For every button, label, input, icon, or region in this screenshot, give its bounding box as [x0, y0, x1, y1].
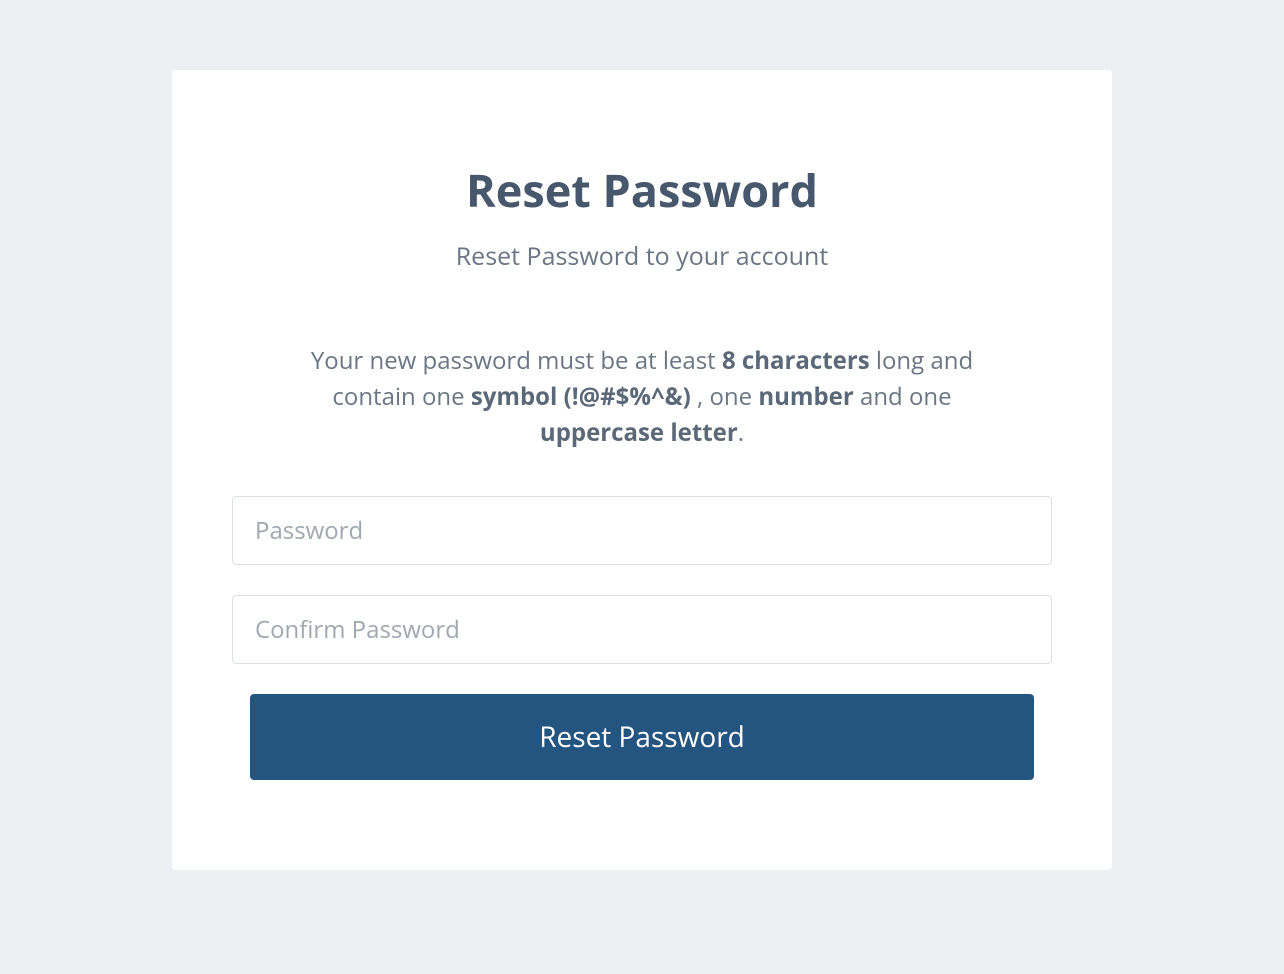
confirm-password-input[interactable] [232, 595, 1052, 664]
password-form-group [232, 496, 1052, 565]
page-subtitle: Reset Password to your account [232, 239, 1052, 273]
password-input[interactable] [232, 496, 1052, 565]
reset-password-button[interactable]: Reset Password [250, 694, 1034, 780]
card-header: Reset Password Reset Password to your ac… [232, 160, 1052, 273]
password-requirements: Your new password must be at least 8 cha… [232, 343, 1052, 451]
confirm-password-form-group [232, 595, 1052, 664]
reset-password-card: Reset Password Reset Password to your ac… [172, 70, 1112, 870]
page-title: Reset Password [232, 160, 1052, 221]
button-wrapper: Reset Password [232, 694, 1052, 780]
